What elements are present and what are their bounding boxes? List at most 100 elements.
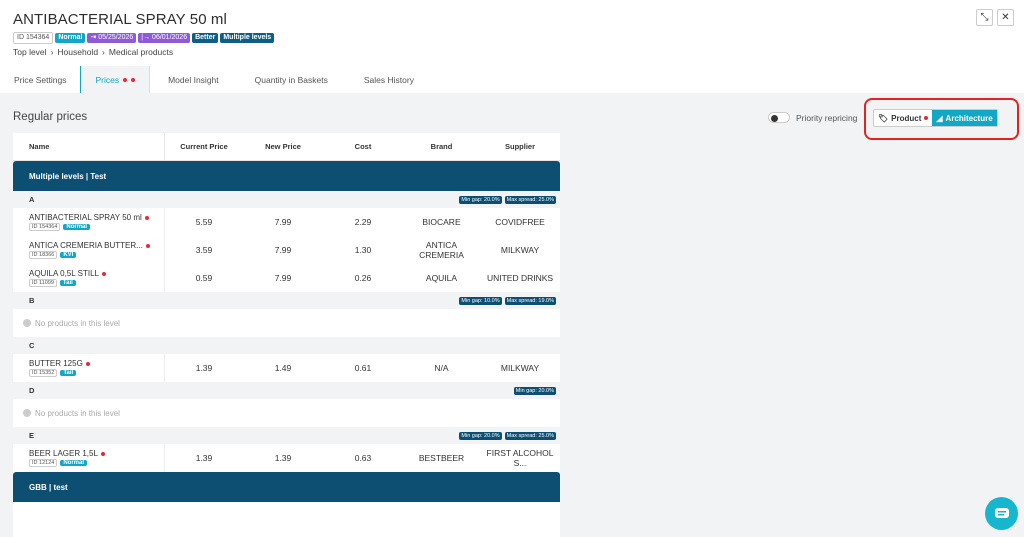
product-name[interactable]: AQUILA 0,5L STILL [29, 269, 99, 278]
tab-model-insight[interactable]: Model Insight [150, 66, 237, 93]
level-header: D Min gap: 20.0% [13, 382, 560, 399]
architecture-view-label: Architecture [945, 113, 993, 123]
supplier-cell: COVIDFREE [495, 217, 545, 227]
alert-dot [924, 116, 929, 120]
tab-label: Price Settings [14, 74, 67, 85]
alert-dot [100, 451, 105, 456]
chat-button[interactable] [985, 497, 1018, 530]
cost-cell: 1.30 [354, 245, 372, 255]
tab-bar: Price Settings Prices Model Insight Quan… [0, 66, 432, 93]
group-header[interactable]: Multiple levels | Test [13, 161, 560, 191]
supplier-cell: FIRST ALCOHOL S... [486, 448, 554, 468]
brand-cell: N/A [434, 363, 449, 373]
tab-price-settings[interactable]: Price Settings [0, 66, 80, 93]
brand-cell: ANTICA CREMERIA [419, 240, 464, 260]
level-constraint-tag: Max spread: 19.0% [504, 296, 556, 305]
product-name[interactable]: ANTICA CREMERIA BUTTER... [29, 241, 143, 250]
group-header[interactable]: GBB | test [13, 472, 560, 502]
close-button[interactable]: ✕ [997, 9, 1014, 26]
breadcrumb-item[interactable]: Household [57, 47, 98, 57]
column-header[interactable]: Supplier [480, 133, 560, 160]
product-id-tag: ID 12124 [29, 459, 58, 467]
group-title: Multiple levels | Test [29, 171, 107, 181]
table-row[interactable]: BUTTER 125G ID 15352 Tail 1.39 1.49 0.61 … [13, 354, 560, 382]
chevron-right-icon: › [50, 47, 54, 57]
group-title: GBB | test [29, 482, 68, 492]
alert-dot [101, 271, 106, 276]
tab-prices[interactable]: Prices [80, 66, 151, 93]
table-row[interactable]: ANTICA CREMERIA BUTTER... ID 18366 KVI 3.… [13, 236, 560, 264]
product-badges: ID 154364 Normal ⇥ 05/25/2026 |→ 06/01/2… [13, 32, 275, 44]
level-constraint-tag: Min gap: 20.0% [513, 386, 556, 395]
start-date-badge: ⇥ 05/25/2026 [87, 33, 137, 43]
tab-label: Quantity in Baskets [254, 74, 328, 85]
product-name-cell: AQUILA 0,5L STILL ID 11099 Tail [13, 264, 165, 292]
brand-cell: BESTBEER [418, 453, 465, 463]
tab-label: Model Insight [168, 74, 219, 85]
new-price-cell[interactable]: 1.49 [243, 363, 323, 373]
collapse-icon: ⤡ [980, 12, 989, 23]
product-name[interactable]: ANTIBACTERIAL SPRAY 50 ml [29, 213, 142, 222]
breadcrumb: Top level › Household › Medical products [13, 47, 173, 57]
architecture-icon: ◢ [936, 113, 943, 123]
new-price-cell[interactable]: 7.99 [243, 273, 323, 283]
column-header[interactable]: Cost [323, 133, 403, 160]
product-name-cell: ANTICA CREMERIA BUTTER... ID 18366 KVI [13, 236, 165, 264]
alert-dot [85, 361, 90, 366]
column-header[interactable]: Name [13, 133, 165, 160]
end-date-badge: |→ 06/01/2026 [138, 33, 191, 43]
product-type-tag: Tail [60, 370, 77, 376]
level-header: C [13, 337, 560, 354]
better-badge: Better [192, 33, 219, 43]
supplier-cell: MILKWAY [500, 363, 540, 373]
table-row[interactable]: ANTIBACTERIAL SPRAY 50 ml ID 154364 Norma… [13, 208, 560, 236]
empty-level-text: No products in this level [35, 408, 120, 418]
product-type-tag: Normal [63, 224, 91, 230]
table-row[interactable]: BEER LAGER 1,5L ID 12124 Normal 1.39 1.39… [13, 444, 560, 472]
product-name-cell: BEER LAGER 1,5L ID 12124 Normal [13, 444, 165, 472]
level-header: E Min gap: 20.0% Max spread: 25.0% [13, 427, 560, 444]
level-header: B Min gap: 10.0% Max spread: 19.0% [13, 292, 560, 309]
breadcrumb-item[interactable]: Top level [13, 47, 47, 57]
current-price-cell: 1.39 [195, 453, 213, 463]
breadcrumb-item[interactable]: Medical products [109, 47, 173, 57]
column-header[interactable]: Brand [403, 133, 480, 160]
brand-cell: AQUILA [425, 273, 458, 283]
priority-repricing: Priority repricing [768, 112, 857, 123]
multiple-levels-badge: Multiple levels [220, 33, 275, 43]
collapse-button[interactable]: ⤡ [976, 9, 993, 26]
page-title: ANTIBACTERIAL SPRAY 50 ml [13, 11, 227, 28]
level-tags: Min gap: 20.0% Max spread: 25.0% [459, 431, 556, 440]
product-view-label: Product [891, 113, 922, 123]
level-label: E [29, 431, 35, 440]
chat-icon [994, 507, 1009, 518]
table-body: Multiple levels | Test A Min gap: 20.0% Max… [13, 161, 560, 502]
alert-dot [131, 77, 136, 82]
prices-table: Name Current Price New Price Cost Brand … [13, 133, 560, 537]
level-header: A Min gap: 20.0% Max spread: 25.0% [13, 191, 560, 208]
product-view-button[interactable]: 🏷 Product [874, 110, 932, 126]
brand-cell: BIOCARE [422, 217, 461, 227]
tab-label: Sales History [363, 74, 414, 85]
architecture-view-button[interactable]: ◢ Architecture [932, 110, 997, 126]
level-tags: Min gap: 20.0% [513, 386, 556, 395]
column-header[interactable]: Current Price [165, 133, 243, 160]
tab-quantity-in-baskets[interactable]: Quantity in Baskets [237, 66, 346, 93]
product-id-tag: ID 11099 [29, 279, 57, 287]
level-label: A [29, 195, 35, 204]
new-price-cell[interactable]: 7.99 [243, 217, 323, 227]
current-price-cell: 5.59 [195, 217, 213, 227]
table-row[interactable]: AQUILA 0,5L STILL ID 11099 Tail 0.59 7.99… [13, 264, 560, 292]
level-tags: Min gap: 10.0% Max spread: 19.0% [459, 296, 556, 305]
product-name[interactable]: BEER LAGER 1,5L [29, 449, 98, 458]
level-constraint-tag: Min gap: 20.0% [459, 195, 502, 204]
cost-cell: 0.26 [354, 273, 372, 283]
tab-sales-history[interactable]: Sales History [346, 66, 432, 93]
column-header[interactable]: New Price [243, 133, 323, 160]
new-price-cell[interactable]: 7.99 [243, 245, 323, 255]
table-header: Name Current Price New Price Cost Brand … [13, 133, 560, 161]
new-price-cell[interactable]: 1.39 [243, 453, 323, 463]
product-name[interactable]: BUTTER 125G [29, 359, 83, 368]
cost-cell: 0.61 [354, 363, 372, 373]
priority-repricing-toggle[interactable] [768, 112, 790, 123]
